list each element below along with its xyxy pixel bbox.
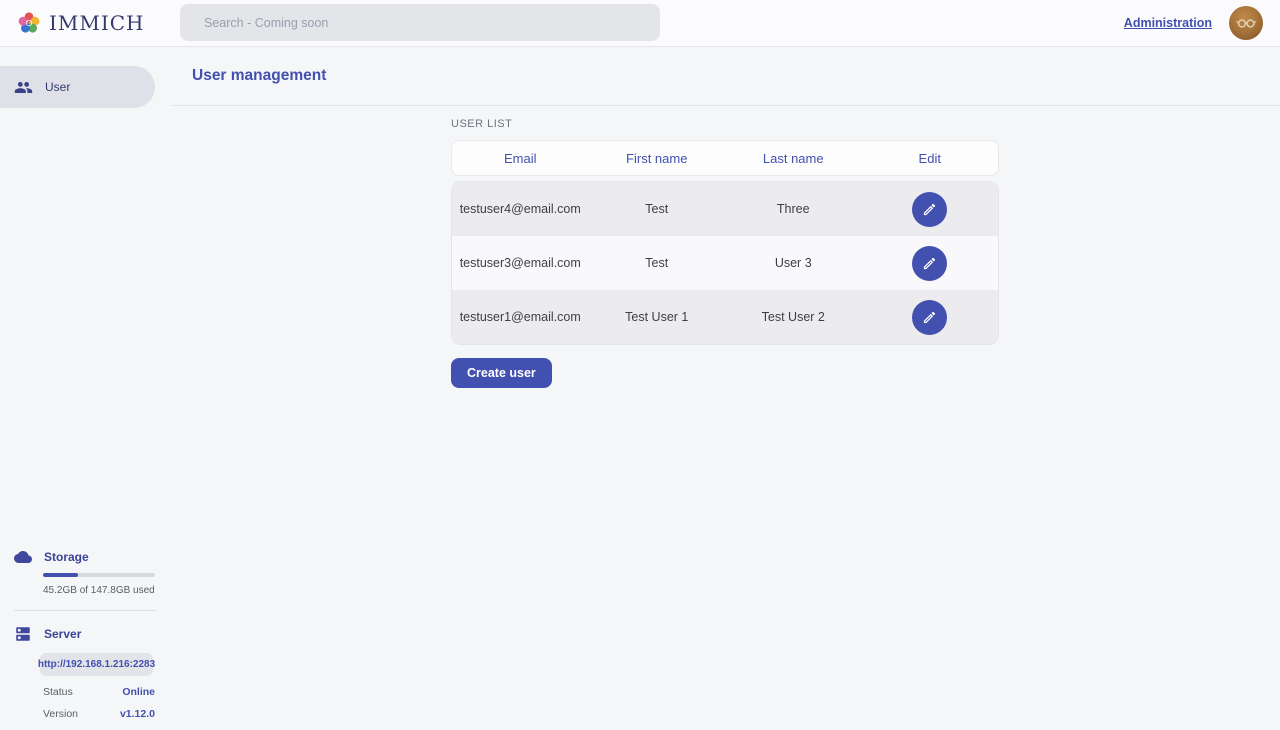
user-table-header: Email First name Last name Edit bbox=[451, 140, 999, 176]
sidebar-footer: Storage 45.2GB of 147.8GB used Server bbox=[0, 548, 170, 720]
server-url: http://192.168.1.216:2283 bbox=[40, 653, 153, 676]
storage-section: Storage 45.2GB of 147.8GB used bbox=[0, 548, 170, 596]
server-status-value: Online bbox=[122, 686, 155, 698]
server-label: Server bbox=[44, 627, 81, 641]
user-email: testuser4@email.com bbox=[452, 202, 589, 216]
storage-progress-bar bbox=[43, 573, 155, 577]
immich-flower-logo-icon bbox=[17, 11, 41, 35]
server-section: Server http://192.168.1.216:2283 Status … bbox=[0, 625, 170, 720]
sidebar: User Storage 45.2GB of 147.8GB used bbox=[0, 47, 170, 730]
table-row: testuser1@email.com Test User 1 Test Use… bbox=[452, 290, 998, 344]
user-first-name: Test bbox=[589, 202, 726, 216]
user-first-name: Test bbox=[589, 256, 726, 270]
column-header-email: Email bbox=[452, 151, 589, 166]
create-user-button[interactable]: Create user bbox=[451, 358, 552, 388]
app-name: IMMICH bbox=[49, 11, 145, 35]
pencil-icon bbox=[922, 256, 937, 271]
user-last-name: Test User 2 bbox=[725, 310, 862, 324]
table-row: testuser3@email.com Test User 3 bbox=[452, 236, 998, 290]
pencil-icon bbox=[922, 202, 937, 217]
storage-label: Storage bbox=[44, 550, 89, 564]
user-table-body: testuser4@email.com Test Three testuser3… bbox=[451, 181, 999, 345]
column-header-last-name: Last name bbox=[725, 151, 862, 166]
sidebar-divider bbox=[14, 610, 156, 611]
user-email: testuser1@email.com bbox=[452, 310, 589, 324]
search-input[interactable] bbox=[180, 4, 660, 41]
main-titlebar: User management bbox=[170, 47, 1280, 106]
column-header-first-name: First name bbox=[589, 151, 726, 166]
server-version-value: v1.12.0 bbox=[120, 708, 155, 720]
table-row: testuser4@email.com Test Three bbox=[452, 182, 998, 236]
edit-user-button[interactable] bbox=[912, 192, 947, 227]
user-last-name: User 3 bbox=[725, 256, 862, 270]
app-logo[interactable]: IMMICH bbox=[0, 11, 145, 35]
top-bar: IMMICH Administration bbox=[0, 0, 1280, 47]
server-status-label: Status bbox=[43, 686, 73, 698]
sidebar-item-user[interactable]: User bbox=[0, 66, 155, 108]
user-email: testuser3@email.com bbox=[452, 256, 589, 270]
storage-used-text: 45.2GB of 147.8GB used bbox=[43, 585, 170, 596]
server-version-label: Version bbox=[43, 708, 78, 720]
pencil-icon bbox=[922, 310, 937, 325]
storage-progress-fill bbox=[43, 573, 78, 577]
edit-user-button[interactable] bbox=[912, 246, 947, 281]
users-icon bbox=[14, 78, 33, 97]
user-last-name: Three bbox=[725, 202, 862, 216]
user-list-section-label: USER LIST bbox=[451, 118, 999, 130]
main-content: User management USER LIST Email First na… bbox=[170, 47, 1280, 730]
server-icon bbox=[14, 625, 32, 643]
administration-link[interactable]: Administration bbox=[1124, 16, 1212, 30]
cloud-icon bbox=[14, 548, 32, 566]
sidebar-item-user-label: User bbox=[45, 80, 70, 94]
user-avatar[interactable] bbox=[1229, 6, 1263, 40]
page-title: User management bbox=[192, 67, 326, 85]
user-first-name: Test User 1 bbox=[589, 310, 726, 324]
edit-user-button[interactable] bbox=[912, 300, 947, 335]
column-header-edit: Edit bbox=[862, 151, 999, 166]
glasses-icon bbox=[1233, 10, 1259, 36]
